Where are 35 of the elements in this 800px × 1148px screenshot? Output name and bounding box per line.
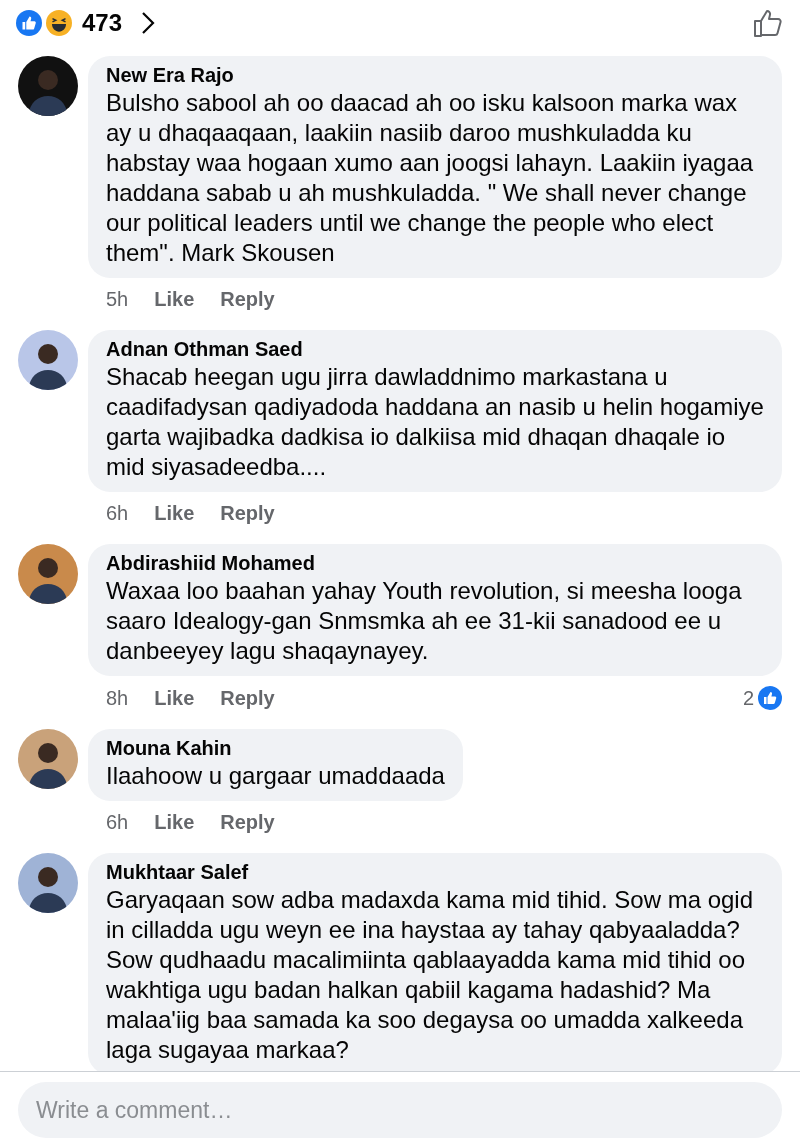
- like-link[interactable]: Like: [154, 811, 195, 834]
- avatar[interactable]: [18, 544, 78, 604]
- avatar[interactable]: [18, 56, 78, 116]
- comment-author[interactable]: New Era Rajo: [106, 62, 764, 88]
- comment-author[interactable]: Adnan Othman Saed: [106, 336, 764, 362]
- like-reaction-icon: [16, 10, 42, 36]
- comment-time[interactable]: 6h: [106, 502, 129, 525]
- reply-link[interactable]: Reply: [220, 811, 275, 834]
- like-count: 2: [742, 686, 754, 710]
- comment-text: Garyaqaan sow adba madaxda kama mid tihid. Sow ma ogid in cilladda ugu weyn ee ina haystaa ay tahay qabyaaladda? Sow qudhaadu macalimiinta qablaayadda kama mid tihid oo wakhtiga ugu badan halkan qabiil kagama hadashid? Ma malaa'iig baa samada ka soo degaysa oo umadda xalkeeda laga sugayaa markaa?: [106, 885, 754, 1065]
- comment-time[interactable]: 6h: [106, 811, 129, 834]
- comment-author[interactable]: Mouna Kahin: [106, 735, 445, 761]
- comment-author[interactable]: Abdirashiid Mohamed: [106, 550, 764, 576]
- avatar[interactable]: [18, 330, 78, 390]
- thumbs-up-icon[interactable]: [752, 7, 784, 39]
- comment-time[interactable]: 8h: [106, 686, 129, 710]
- comment-text: Shacab heegan ugu jirra dawladdnimo markastana u caadifadysan qadiyadoda haddana an nasib u helin hogamiye garta wajibadka dadkisa io dalkiisa mid dhaqan dhaqale io mid siyasadeedba....: [106, 362, 764, 482]
- reply-link[interactable]: Reply: [220, 686, 275, 710]
- comment-text: Ilaahoow u gargaar umaddaada: [106, 761, 445, 791]
- avatar[interactable]: [18, 853, 78, 913]
- comment-text: Bulsho sabool ah oo daacad ah oo isku kalsoon marka wax ay u dhaqaaqaan, laakiin nasiib daroo mushkuladda ku habstay waa hogaan xumo aan joogsi lahayn. Laakiin iyagaa haddana sabab u ah mushkuladda. " We shall never change our political leaders until we change the people who elect them". Mark Skousen: [106, 88, 755, 268]
- reaction-count[interactable]: 473: [82, 9, 123, 37]
- comment-text: Waxaa loo baahan yahay Youth revolution, si meesha looga saaro Idealogy-gan Snmsmka ah ee 31-kii sanadood ee u danbeeyey lagu shaqaynayey.: [106, 576, 743, 666]
- like-reaction-icon: [758, 686, 782, 710]
- reply-link[interactable]: Reply: [220, 288, 275, 311]
- comment-author[interactable]: Mukhtaar Salef: [106, 859, 764, 885]
- avatar[interactable]: [18, 729, 78, 789]
- chevron-right-icon[interactable]: [140, 10, 157, 36]
- comment-time[interactable]: 5h: [106, 288, 129, 311]
- like-link[interactable]: Like: [154, 502, 195, 525]
- comment-input[interactable]: Write a comment…: [18, 1082, 782, 1138]
- like-link[interactable]: Like: [154, 288, 195, 311]
- laughing-reaction-icon: [46, 10, 72, 36]
- like-link[interactable]: Like: [154, 686, 195, 710]
- reply-link[interactable]: Reply: [220, 502, 275, 525]
